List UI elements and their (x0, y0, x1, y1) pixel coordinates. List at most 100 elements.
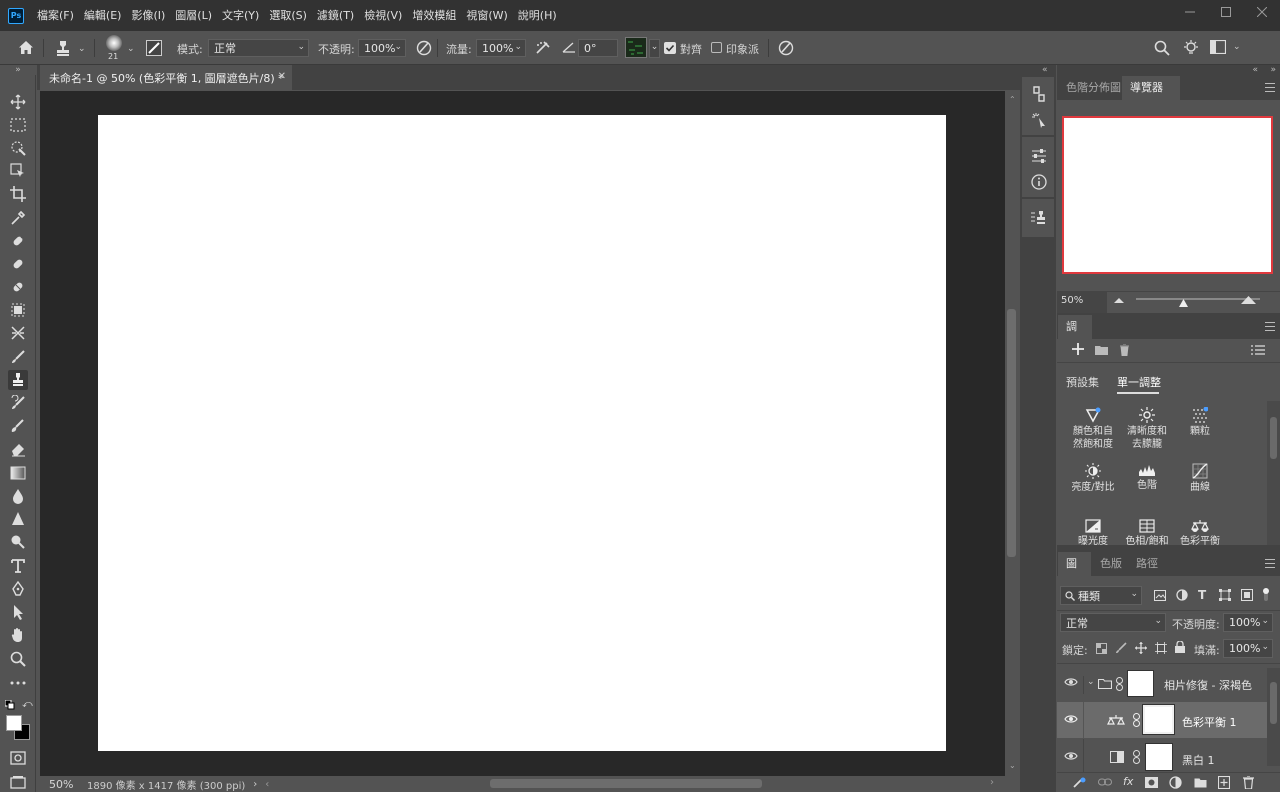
layer-name-group[interactable]: 相片修復 - 深褐色 (1164, 677, 1252, 693)
marquee-tool-icon[interactable] (8, 115, 28, 135)
navigator-zoom-value[interactable]: 50% (1061, 295, 1083, 306)
clone-source-panel-icon[interactable] (1030, 209, 1048, 227)
minimize-button[interactable] (1172, 0, 1208, 24)
document-canvas[interactable] (98, 115, 946, 751)
tab-paths[interactable]: 路徑 (1128, 552, 1166, 576)
art-history-brush-icon[interactable] (8, 416, 28, 436)
status-menu-arrow-icon[interactable]: › (253, 779, 257, 790)
menu-image[interactable]: 影像(I) (126, 0, 170, 31)
home-icon[interactable] (18, 40, 34, 55)
layer-style-fx-icon[interactable]: fx (1123, 775, 1133, 788)
scroll-up-arrow-icon[interactable]: ⌃ (1009, 95, 1016, 104)
vertical-scroll-thumb[interactable] (1007, 309, 1016, 557)
discover-lightbulb-icon[interactable] (1182, 39, 1200, 57)
impressionist-checkbox[interactable] (711, 42, 722, 53)
expand-panels-icon[interactable]: « (1252, 65, 1258, 75)
layer-row-black-white[interactable]: 黑白 1 (1057, 739, 1267, 775)
move-tool-icon[interactable] (8, 92, 28, 112)
filter-toggle-switch[interactable] (1262, 587, 1272, 605)
scroll-down-arrow-icon[interactable]: ⌄ (1009, 761, 1016, 770)
clone-stamp-tool-preset-icon[interactable] (53, 39, 73, 56)
tab-histogram[interactable]: 色階分佈圖 (1058, 76, 1129, 100)
mode-select[interactable]: 正常 ⌄ (208, 39, 309, 57)
add-mask-icon[interactable] (1145, 777, 1158, 788)
adjustments-scrollbar[interactable] (1267, 401, 1280, 545)
healing-brush-icon[interactable] (8, 254, 28, 274)
group-expand-chevron-icon[interactable]: ⌄ (1087, 677, 1095, 687)
pattern-swatch[interactable] (625, 37, 647, 58)
menu-type[interactable]: 文字(Y) (217, 0, 264, 31)
scroll-left-arrow-icon[interactable]: ‹ (265, 779, 269, 790)
new-layer-icon[interactable] (1218, 776, 1230, 789)
clone-stamp-tool-icon[interactable] (8, 370, 28, 390)
tab-channels[interactable]: 色版 (1092, 552, 1130, 576)
dodge-tool-icon[interactable] (8, 532, 28, 552)
canvas-area[interactable] (40, 91, 1005, 776)
close-document-icon[interactable]: ✕ (278, 71, 286, 82)
pressure-opacity-icon[interactable] (415, 39, 433, 57)
zoom-in-mountain-icon[interactable] (1241, 295, 1256, 304)
tab-adjustments[interactable]: 調整 (1058, 315, 1092, 357)
actions-panel-icon[interactable] (1030, 111, 1048, 129)
pattern-dropdown-chevron-icon[interactable]: ⌄ (649, 39, 660, 58)
layer-mask-thumbnail[interactable] (1145, 743, 1173, 771)
foreground-color-swatch[interactable] (6, 715, 22, 731)
layer-mask-thumbnail[interactable] (1142, 704, 1175, 735)
adj-vibrance[interactable]: 顏色和自 然飽和度 (1065, 407, 1121, 451)
collapse-panels-icon[interactable]: » (1270, 65, 1276, 75)
menu-view[interactable]: 檢視(V) (359, 0, 407, 31)
brush-settings-toggle-icon[interactable] (146, 40, 162, 56)
layer-row-group[interactable]: ⌄ 相片修復 - 深褐色 (1057, 666, 1267, 702)
history-panel-icon[interactable] (1030, 85, 1048, 103)
lock-all-icon[interactable] (1175, 641, 1185, 653)
eye-icon[interactable] (1064, 751, 1078, 761)
document-tab[interactable]: 未命名-1 @ 50% (色彩平衡 1, 圖層遮色片/8) * ✕ (40, 65, 292, 90)
navigator-panel-menu-icon[interactable] (1265, 83, 1275, 92)
scroll-right-arrow-icon[interactable]: › (990, 777, 994, 788)
link-layers-search-icon[interactable] (1072, 777, 1086, 789)
menu-select[interactable]: 選取(S) (264, 0, 312, 31)
eye-icon[interactable] (1064, 714, 1078, 724)
layers-panel-menu-icon[interactable] (1265, 559, 1275, 568)
zoom-out-mountain-icon[interactable] (1114, 297, 1124, 303)
layer-blend-mode-select[interactable]: 正常 ⌄ (1060, 613, 1166, 632)
content-aware-move-icon[interactable] (8, 300, 28, 320)
menu-plugins[interactable]: 增效模組 (407, 0, 461, 31)
new-group-folder-icon[interactable] (1194, 777, 1207, 788)
brush-tool-icon[interactable] (8, 347, 28, 367)
properties-panel-icon[interactable] (1030, 147, 1048, 165)
menu-filter[interactable]: 濾鏡(T) (312, 0, 359, 31)
close-window-button[interactable] (1244, 0, 1280, 24)
brush-preview-icon[interactable] (106, 35, 122, 51)
layer-name-black-white[interactable]: 黑白 1 (1182, 752, 1215, 768)
sharpen-tool-icon[interactable] (8, 509, 28, 529)
lock-transparent-icon[interactable] (1096, 643, 1107, 654)
gradient-tool-icon[interactable] (8, 463, 28, 483)
info-panel-icon[interactable] (1030, 173, 1048, 191)
layer-opacity-input[interactable]: 100% ⌄ (1223, 613, 1273, 632)
eyedropper-tool-icon[interactable] (8, 208, 28, 228)
filter-pixel-icon[interactable] (1154, 590, 1166, 601)
horizontal-scroll-thumb[interactable] (490, 779, 762, 788)
filter-smart-object-icon[interactable] (1241, 589, 1253, 601)
search-icon[interactable] (1154, 40, 1170, 56)
tab-navigator[interactable]: 導覽器 (1122, 76, 1180, 100)
brush-picker-chevron-icon[interactable]: ⌄ (127, 44, 135, 54)
delete-layer-trash-icon[interactable] (1243, 776, 1254, 789)
collapse-icons-icon[interactable]: « (1042, 65, 1048, 75)
opacity-input[interactable]: 100% ⌄ (358, 39, 406, 57)
screen-mode-icon[interactable] (8, 772, 28, 792)
workspace-chevron-icon[interactable]: ⌄ (1233, 42, 1241, 52)
add-adjustment-icon[interactable] (1072, 343, 1084, 355)
chevron-down-icon[interactable]: ⌄ (78, 44, 86, 54)
new-adjustment-layer-icon[interactable] (1169, 776, 1182, 789)
menu-help[interactable]: 說明(H) (513, 0, 562, 31)
pressure-size-icon[interactable] (777, 39, 795, 57)
filter-adjustment-icon[interactable] (1176, 589, 1188, 601)
layer-row-color-balance[interactable]: 色彩平衡 1 (1057, 702, 1267, 738)
layers-scrollbar[interactable] (1267, 668, 1280, 766)
eye-icon[interactable] (1064, 677, 1078, 687)
adj-brightness-contrast[interactable]: 亮度/對比 (1065, 463, 1121, 494)
angle-input[interactable]: 0° (578, 39, 618, 57)
adj-hue-saturation[interactable]: 色相/飽和 度 (1119, 519, 1175, 545)
